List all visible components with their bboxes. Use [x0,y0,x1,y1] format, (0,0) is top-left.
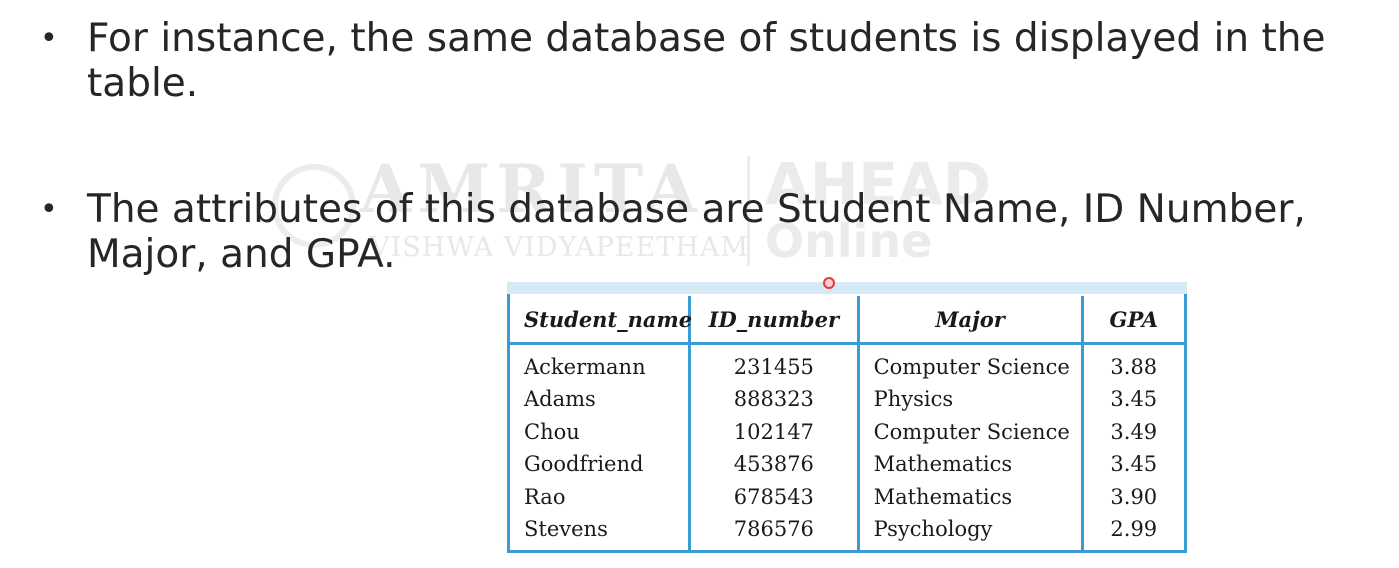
column-header: ID_number [688,296,859,345]
bullet-text: The attributes of this database are Stud… [87,187,1306,277]
students-table: Student_name ID_number Major GPA Ackerma… [510,296,1184,550]
table-cell: Mathematics [873,484,1013,509]
table-cell: 3.49 [1110,419,1158,444]
column-header: GPA [1080,296,1184,345]
table-cell: 102147 [733,419,814,444]
table-cell: Goodfriend [524,452,644,477]
bullet-text: For instance, the same database of stude… [87,16,1326,106]
table-cell: Physics [873,387,954,412]
table-top-bar [507,282,1187,294]
bullet-item: • For instance, the same database of stu… [40,16,1340,106]
id-number-column: 231455 888323 102147 453876 678543 78657… [688,343,859,550]
table-cell: Mathematics [873,452,1013,477]
table-cell: Psychology [873,516,993,541]
bullet-dot-icon: • [40,21,58,56]
students-table-frame: Student_name ID_number Major GPA Ackerma… [507,282,1187,553]
column-header: Major [856,296,1083,345]
table-body: Ackermann Adams Chou Goodfriend Rao Stev… [510,343,1184,551]
table-cell: 3.45 [1110,387,1158,412]
student-name-column: Ackermann Adams Chou Goodfriend Rao Stev… [510,344,690,551]
major-column: Computer Science Physics Computer Scienc… [856,343,1083,550]
table-cell: 3.90 [1110,484,1158,509]
table-cell: 3.88 [1110,355,1158,379]
table-cell: 453876 [733,452,814,477]
table-cell: 231455 [733,355,814,379]
table-cell: Rao [524,484,566,509]
table-cell: Adams [524,387,596,412]
table-cell: Computer Science [873,419,1070,444]
table-cell: Computer Science [873,355,1070,379]
gpa-column: 3.88 3.45 3.49 3.45 3.90 2.99 [1080,343,1184,550]
table-cell: 2.99 [1110,516,1158,541]
table-header-row: Student_name ID_number Major GPA [510,296,1184,345]
column-header: Student_name [510,296,692,345]
bullet-dot-icon: • [40,192,58,227]
laser-pointer-icon [823,277,835,289]
table-cell: 888323 [733,387,814,412]
table-cell: 3.45 [1110,452,1158,477]
table-cell: Ackermann [524,355,646,379]
table-cell: 786576 [733,516,814,541]
table-cell: Chou [524,419,580,444]
table-cell: Stevens [524,516,608,541]
bullet-item: • The attributes of this database are St… [40,187,1340,277]
table-cell: 678543 [733,484,814,509]
